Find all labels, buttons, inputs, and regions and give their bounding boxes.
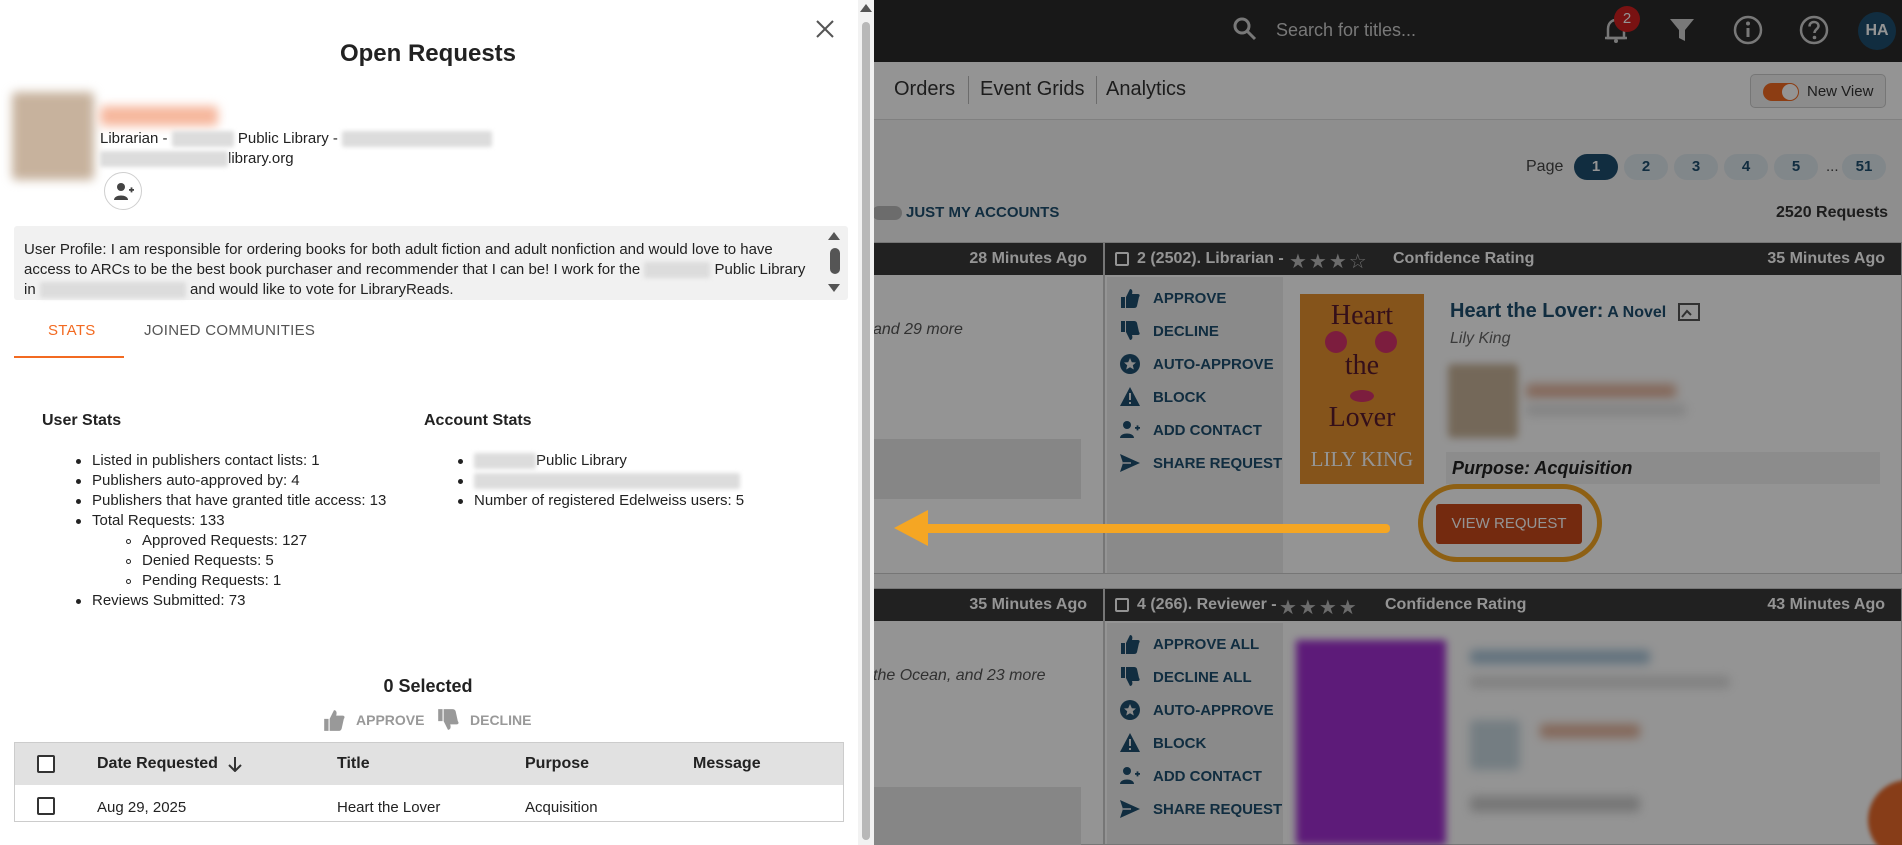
account-stat-item: Number of registered Edelweiss users: 5 bbox=[474, 492, 745, 509]
tab-joined-communities[interactable]: JOINED COMMUNITIES bbox=[144, 322, 315, 339]
account-stats-heading: Account Stats bbox=[424, 412, 532, 429]
account-stat-item: Public Library bbox=[474, 452, 627, 470]
annotation-arrow bbox=[918, 524, 1390, 533]
bullet bbox=[76, 599, 81, 604]
active-tab-indicator bbox=[14, 356, 124, 358]
scroll-down-icon[interactable] bbox=[828, 284, 840, 292]
user-stats-heading: User Stats bbox=[42, 412, 122, 429]
column-purpose[interactable]: Purpose bbox=[525, 755, 589, 773]
thumbs-up-icon bbox=[324, 710, 345, 731]
bullet bbox=[458, 499, 463, 504]
cell-purpose: Acquisition bbox=[525, 799, 598, 816]
stat-subitem: Pending Requests: 1 bbox=[142, 572, 282, 589]
bullet bbox=[76, 479, 81, 484]
scroll-up-icon[interactable] bbox=[828, 232, 840, 240]
scrollbar-thumb[interactable] bbox=[830, 248, 840, 274]
user-email-line: library.org bbox=[100, 150, 294, 168]
stat-subitem: Approved Requests: 127 bbox=[142, 532, 308, 549]
bullet bbox=[458, 479, 463, 484]
user-title-line: Librarian - Public Library - bbox=[100, 130, 493, 148]
add-person-icon bbox=[114, 183, 134, 200]
bullet bbox=[76, 519, 81, 524]
scroll-up-icon[interactable] bbox=[860, 4, 872, 12]
bullet bbox=[126, 559, 131, 564]
panel-title: Open Requests bbox=[339, 40, 517, 67]
table-header: Date Requested Title Purpose Message bbox=[15, 743, 843, 785]
selected-count: 0 Selected bbox=[383, 676, 473, 696]
avatar bbox=[12, 92, 94, 180]
thumbs-down-icon bbox=[438, 709, 459, 730]
annotation-arrow-head bbox=[894, 510, 928, 546]
sort-down-icon[interactable] bbox=[228, 756, 243, 772]
close-icon[interactable] bbox=[814, 18, 836, 40]
stat-item: Listed in publishers contact lists: 1 bbox=[92, 452, 320, 469]
tab-stats[interactable]: STATS bbox=[48, 322, 96, 339]
stat-subitem: Denied Requests: 5 bbox=[142, 552, 274, 569]
user-name-redacted bbox=[100, 106, 218, 126]
column-title[interactable]: Title bbox=[337, 755, 370, 773]
bullet bbox=[126, 539, 131, 544]
bullet bbox=[126, 579, 131, 584]
stat-item: Reviews Submitted: 73 bbox=[92, 592, 246, 609]
column-message[interactable]: Message bbox=[693, 755, 761, 773]
select-all-checkbox[interactable] bbox=[37, 755, 55, 773]
account-stat-item bbox=[474, 472, 740, 490]
column-date-requested[interactable]: Date Requested bbox=[97, 755, 243, 773]
cell-title: Heart the Lover bbox=[337, 799, 441, 816]
requests-table: Date Requested Title Purpose Message Aug… bbox=[14, 742, 844, 822]
add-contact-button[interactable] bbox=[104, 172, 142, 210]
cell-date: Aug 29, 2025 bbox=[97, 799, 187, 816]
open-requests-panel: Open Requests Librarian - Public Library… bbox=[0, 0, 860, 845]
bullet bbox=[458, 459, 463, 464]
user-profile-text: User Profile: I am responsible for order… bbox=[24, 241, 806, 299]
bullet bbox=[76, 459, 81, 464]
stat-item: Publishers that have granted title acces… bbox=[92, 492, 387, 509]
user-profile-box[interactable]: User Profile: I am responsible for order… bbox=[14, 226, 848, 300]
bullet bbox=[76, 499, 81, 504]
scrollbar-thumb[interactable] bbox=[862, 22, 870, 840]
row-checkbox[interactable] bbox=[37, 797, 55, 815]
stat-item: Total Requests: 133 bbox=[92, 512, 225, 529]
stat-item: Publishers auto-approved by: 4 bbox=[92, 472, 300, 489]
